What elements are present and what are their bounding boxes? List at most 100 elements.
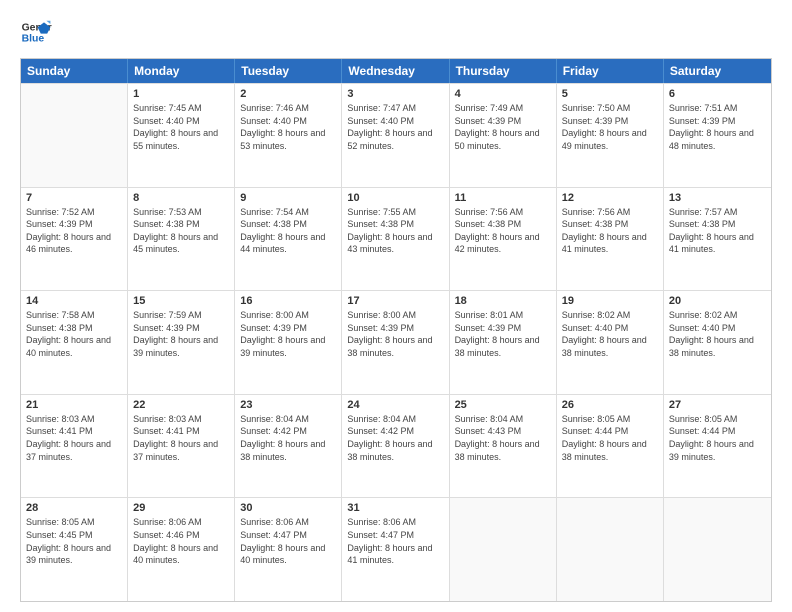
day-cell-31: 31 Sunrise: 8:06 AMSunset: 4:47 PMDayligh… — [342, 498, 449, 601]
day-number: 7 — [26, 192, 122, 204]
day-cell-9: 9Sunrise: 7:54 AMSunset: 4:38 PMDaylight… — [235, 188, 342, 291]
svg-text:Blue: Blue — [22, 34, 45, 45]
day-cell-20: 20 Sunrise: 8:02 AMSunset: 4:40 PMDayligh… — [664, 291, 771, 394]
day-info: Sunrise: 7:57 AMSunset: 4:38 PMDaylight:… — [669, 206, 766, 256]
day-cell-18: 18 Sunrise: 8:01 AMSunset: 4:39 PMDayligh… — [450, 291, 557, 394]
day-number: 30 — [240, 502, 336, 514]
day-info: Sunrise: 8:05 AMSunset: 4:45 PMDaylight:… — [26, 516, 122, 566]
day-cell-7: 7 Sunrise: 7:52 AMSunset: 4:39 PMDaylight… — [21, 188, 128, 291]
day-number: 12 — [562, 192, 658, 204]
calendar: SundayMondayTuesdayWednesdayThursdayFrid… — [20, 58, 772, 602]
day-number: 20 — [669, 295, 766, 307]
day-info: Sunrise: 8:04 AMSunset: 4:42 PMDaylight:… — [240, 413, 336, 463]
day-cell-21: 21 Sunrise: 8:03 AMSunset: 4:41 PMDayligh… — [21, 395, 128, 498]
calendar-row-4: 21 Sunrise: 8:03 AMSunset: 4:41 PMDayligh… — [21, 394, 771, 498]
day-cell-10: 10 Sunrise: 7:55 AMSunset: 4:38 PMDayligh… — [342, 188, 449, 291]
day-number: 11 — [455, 192, 551, 204]
day-cell-12: 12Sunrise: 7:56 AMSunset: 4:38 PMDayligh… — [557, 188, 664, 291]
day-cell-14: 14 Sunrise: 7:58 AMSunset: 4:38 PMDayligh… — [21, 291, 128, 394]
day-info: Sunrise: 7:55 AMSunset: 4:38 PMDaylight:… — [347, 206, 443, 256]
day-cell-25: 25 Sunrise: 8:04 AMSunset: 4:43 PMDayligh… — [450, 395, 557, 498]
day-number: 22 — [133, 399, 229, 411]
day-number: 6 — [669, 88, 766, 100]
weekday-header-friday: Friday — [557, 59, 664, 83]
day-number: 5 — [562, 88, 658, 100]
day-info: Sunrise: 8:04 AMSunset: 4:42 PMDaylight:… — [347, 413, 443, 463]
day-info: Sunrise: 7:58 AMSunset: 4:38 PMDaylight:… — [26, 309, 122, 359]
day-info: Sunrise: 7:52 AMSunset: 4:39 PMDaylight:… — [26, 206, 122, 256]
weekday-header-monday: Monday — [128, 59, 235, 83]
day-number: 2 — [240, 88, 336, 100]
day-cell-29: 29Sunrise: 8:06 AMSunset: 4:46 PMDayligh… — [128, 498, 235, 601]
day-cell-22: 22Sunrise: 8:03 AMSunset: 4:41 PMDayligh… — [128, 395, 235, 498]
calendar-row-1: 1Sunrise: 7:45 AMSunset: 4:40 PMDaylight… — [21, 83, 771, 187]
day-number: 17 — [347, 295, 443, 307]
day-info: Sunrise: 7:56 AMSunset: 4:38 PMDaylight:… — [455, 206, 551, 256]
day-info: Sunrise: 7:50 AMSunset: 4:39 PMDaylight:… — [562, 102, 658, 152]
day-cell-11: 11 Sunrise: 7:56 AMSunset: 4:38 PMDayligh… — [450, 188, 557, 291]
day-info: Sunrise: 8:05 AMSunset: 4:44 PMDaylight:… — [562, 413, 658, 463]
day-number: 27 — [669, 399, 766, 411]
calendar-row-2: 7 Sunrise: 7:52 AMSunset: 4:39 PMDaylight… — [21, 187, 771, 291]
weekday-header-thursday: Thursday — [450, 59, 557, 83]
day-number: 25 — [455, 399, 551, 411]
header: General Blue — [20, 16, 772, 48]
day-number: 18 — [455, 295, 551, 307]
weekday-header-wednesday: Wednesday — [342, 59, 449, 83]
day-info: Sunrise: 7:53 AMSunset: 4:38 PMDaylight:… — [133, 206, 229, 256]
day-info: Sunrise: 8:02 AMSunset: 4:40 PMDaylight:… — [562, 309, 658, 359]
day-number: 14 — [26, 295, 122, 307]
day-cell-3: 3 Sunrise: 7:47 AMSunset: 4:40 PMDaylight… — [342, 84, 449, 187]
day-info: Sunrise: 8:02 AMSunset: 4:40 PMDaylight:… — [669, 309, 766, 359]
day-cell-15: 15 Sunrise: 7:59 AMSunset: 4:39 PMDayligh… — [128, 291, 235, 394]
day-cell-27: 27 Sunrise: 8:05 AMSunset: 4:44 PMDayligh… — [664, 395, 771, 498]
day-info: Sunrise: 8:00 AMSunset: 4:39 PMDaylight:… — [240, 309, 336, 359]
day-cell-30: 30 Sunrise: 8:06 AMSunset: 4:47 PMDayligh… — [235, 498, 342, 601]
day-info: Sunrise: 8:06 AMSunset: 4:47 PMDaylight:… — [240, 516, 336, 566]
calendar-header: SundayMondayTuesdayWednesdayThursdayFrid… — [21, 59, 771, 83]
day-cell-1: 1Sunrise: 7:45 AMSunset: 4:40 PMDaylight… — [128, 84, 235, 187]
day-cell-16: 16Sunrise: 8:00 AMSunset: 4:39 PMDayligh… — [235, 291, 342, 394]
day-number: 3 — [347, 88, 443, 100]
day-info: Sunrise: 7:46 AMSunset: 4:40 PMDaylight:… — [240, 102, 336, 152]
day-number: 4 — [455, 88, 551, 100]
day-cell-17: 17 Sunrise: 8:00 AMSunset: 4:39 PMDayligh… — [342, 291, 449, 394]
day-number: 31 — [347, 502, 443, 514]
day-info: Sunrise: 8:03 AMSunset: 4:41 PMDaylight:… — [26, 413, 122, 463]
day-number: 29 — [133, 502, 229, 514]
day-info: Sunrise: 8:04 AMSunset: 4:43 PMDaylight:… — [455, 413, 551, 463]
day-number: 15 — [133, 295, 229, 307]
empty-cell — [557, 498, 664, 601]
day-info: Sunrise: 7:47 AMSunset: 4:40 PMDaylight:… — [347, 102, 443, 152]
day-number: 26 — [562, 399, 658, 411]
day-number: 28 — [26, 502, 122, 514]
day-info: Sunrise: 7:49 AMSunset: 4:39 PMDaylight:… — [455, 102, 551, 152]
day-number: 10 — [347, 192, 443, 204]
day-cell-2: 2 Sunrise: 7:46 AMSunset: 4:40 PMDaylight… — [235, 84, 342, 187]
day-cell-5: 5 Sunrise: 7:50 AMSunset: 4:39 PMDaylight… — [557, 84, 664, 187]
day-info: Sunrise: 8:05 AMSunset: 4:44 PMDaylight:… — [669, 413, 766, 463]
day-number: 9 — [240, 192, 336, 204]
day-info: Sunrise: 8:01 AMSunset: 4:39 PMDaylight:… — [455, 309, 551, 359]
calendar-row-3: 14 Sunrise: 7:58 AMSunset: 4:38 PMDayligh… — [21, 290, 771, 394]
day-info: Sunrise: 7:59 AMSunset: 4:39 PMDaylight:… — [133, 309, 229, 359]
empty-cell — [21, 84, 128, 187]
weekday-header-saturday: Saturday — [664, 59, 771, 83]
weekday-header-sunday: Sunday — [21, 59, 128, 83]
day-cell-4: 4 Sunrise: 7:49 AMSunset: 4:39 PMDaylight… — [450, 84, 557, 187]
day-info: Sunrise: 8:00 AMSunset: 4:39 PMDaylight:… — [347, 309, 443, 359]
day-cell-19: 19 Sunrise: 8:02 AMSunset: 4:40 PMDayligh… — [557, 291, 664, 394]
page: General Blue SundayMondayTuesdayWednesda… — [0, 0, 792, 612]
day-number: 13 — [669, 192, 766, 204]
calendar-row-5: 28 Sunrise: 8:05 AMSunset: 4:45 PMDayligh… — [21, 497, 771, 601]
day-info: Sunrise: 7:45 AMSunset: 4:40 PMDaylight:… — [133, 102, 229, 152]
day-number: 24 — [347, 399, 443, 411]
day-number: 19 — [562, 295, 658, 307]
day-info: Sunrise: 8:06 AMSunset: 4:47 PMDaylight:… — [347, 516, 443, 566]
day-number: 23 — [240, 399, 336, 411]
weekday-header-tuesday: Tuesday — [235, 59, 342, 83]
day-number: 21 — [26, 399, 122, 411]
day-cell-26: 26 Sunrise: 8:05 AMSunset: 4:44 PMDayligh… — [557, 395, 664, 498]
day-cell-28: 28 Sunrise: 8:05 AMSunset: 4:45 PMDayligh… — [21, 498, 128, 601]
day-cell-8: 8Sunrise: 7:53 AMSunset: 4:38 PMDaylight… — [128, 188, 235, 291]
